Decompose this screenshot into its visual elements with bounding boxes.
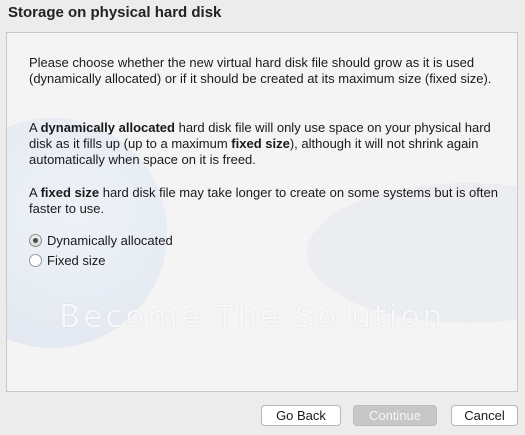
dynamic-description-paragraph: A dynamically allocated hard disk file w… <box>29 120 491 167</box>
radio-label-dynamically-allocated: Dynamically allocated <box>47 233 173 248</box>
radio-unchecked-icon[interactable] <box>29 254 42 267</box>
radio-checked-icon[interactable] <box>29 234 42 247</box>
radio-label-fixed-size: Fixed size <box>47 253 106 268</box>
continue-button[interactable]: Continue <box>353 405 437 426</box>
go-back-button[interactable]: Go Back <box>261 405 341 426</box>
storage-options-panel: Become The Solution Please choose whethe… <box>6 32 518 392</box>
page-title: Storage on physical hard disk <box>8 4 222 21</box>
watermark-text: Become The Solution <box>59 299 446 335</box>
intro-paragraph: Please choose whether the new virtual ha… <box>29 55 492 86</box>
cancel-button[interactable]: Cancel <box>451 405 518 426</box>
radio-fixed-size[interactable]: Fixed size <box>29 253 106 268</box>
fixed-description-paragraph: A fixed size hard disk file may take lon… <box>29 185 498 216</box>
radio-dynamically-allocated[interactable]: Dynamically allocated <box>29 233 173 248</box>
